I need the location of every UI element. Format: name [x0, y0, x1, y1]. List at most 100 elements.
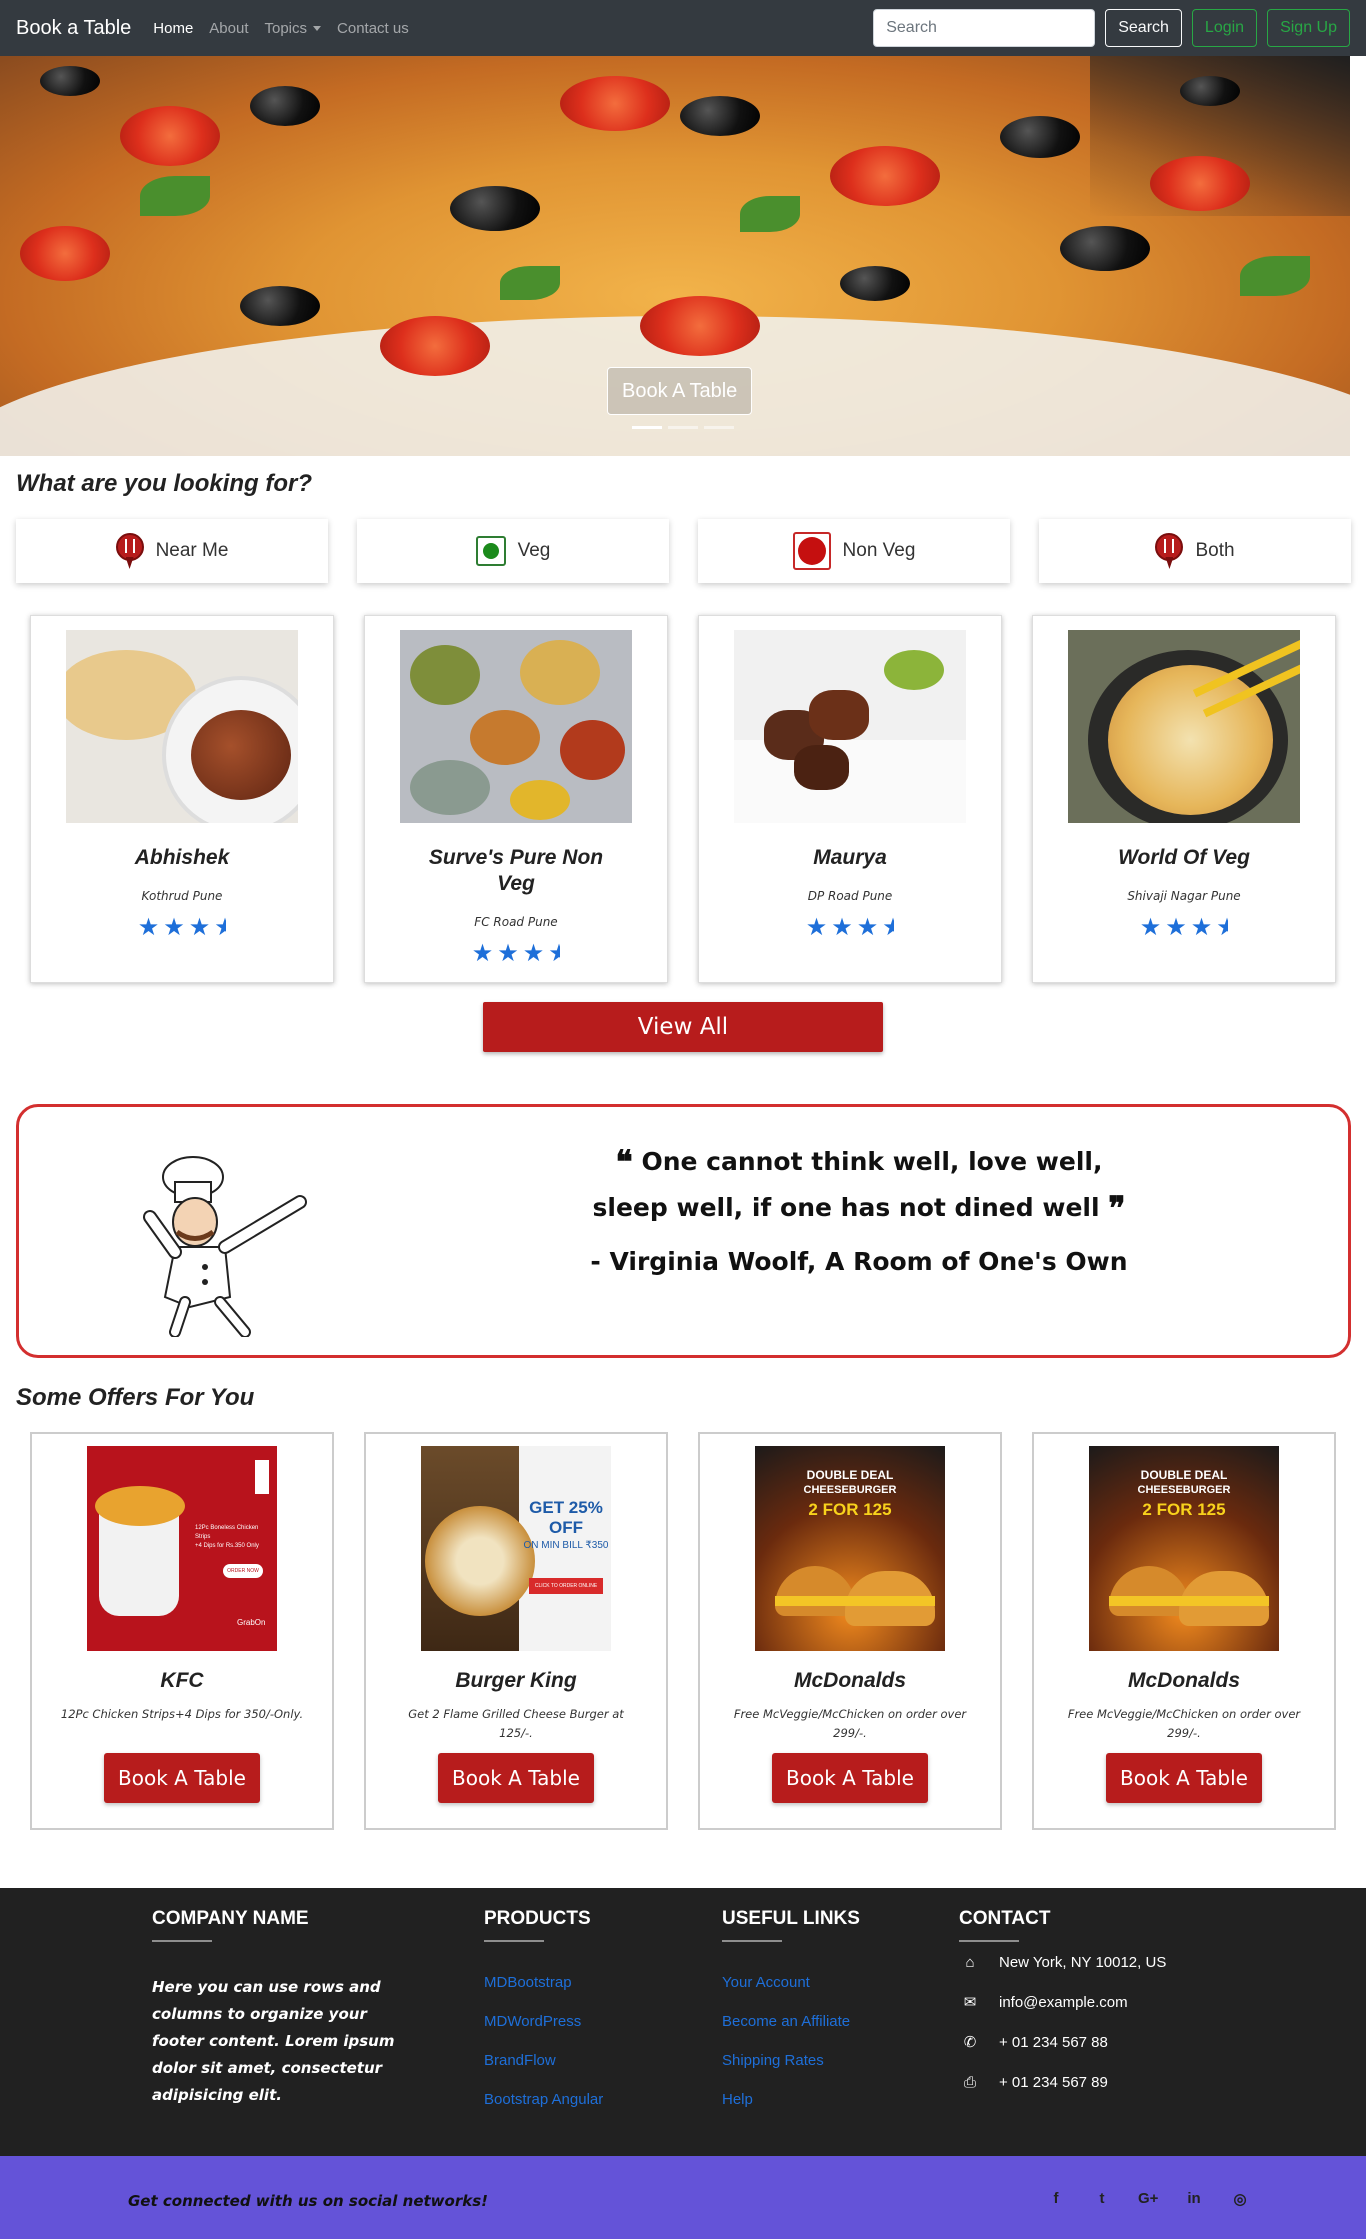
star-rating: ★★★★	[471, 940, 561, 967]
restaurant-card[interactable]: World Of Veg Shivaji Nagar Pune ★★★★	[1032, 615, 1336, 983]
footer-link[interactable]: Bootstrap Angular	[484, 2091, 603, 2108]
signup-button[interactable]: Sign Up	[1267, 9, 1350, 47]
restaurant-location: DP Road Pune	[807, 889, 893, 903]
offer-card[interactable]: DOUBLE DEAL CHEESEBURGER 2 FOR 125 McDon…	[1032, 1432, 1336, 1830]
nav-home[interactable]: Home	[153, 20, 193, 37]
footer-link[interactable]: Your Account	[722, 1974, 860, 1991]
contact-row: ⌂ New York, NY 10012, US	[959, 1942, 1166, 1982]
login-button[interactable]: Login	[1191, 9, 1258, 47]
restaurant-location: Shivaji Nagar Pune	[1127, 889, 1241, 903]
offer-card[interactable]: DOUBLE DEAL CHEESEBURGER 2 FOR 125 McDon…	[698, 1432, 1002, 1830]
google-plus-icon[interactable]: G+	[1138, 2190, 1158, 2208]
linkedin-icon[interactable]: in	[1184, 2190, 1204, 2208]
offer-card[interactable]: 12Pc Boneless Chicken Strips +4 Dips for …	[30, 1432, 334, 1830]
nav-about[interactable]: About	[209, 20, 248, 37]
offer-book-table-button[interactable]: Book A Table	[438, 1753, 594, 1803]
offer-book-table-button[interactable]: Book A Table	[104, 1753, 260, 1803]
restaurant-name: Abhishek	[134, 846, 230, 869]
offer-name: McDonalds	[1127, 1669, 1240, 1692]
hero-carousel[interactable]: Book A Table	[0, 56, 1350, 456]
search-button[interactable]: Search	[1105, 9, 1182, 47]
footer-contact: Contact ⌂ New York, NY 10012, US ✉ info@ex…	[959, 1908, 1166, 2102]
footer-link[interactable]: BrandFlow	[484, 2052, 603, 2069]
quote-box: ❝ One cannot think well, love well, slee…	[16, 1104, 1351, 1358]
offer-image: DOUBLE DEAL CHEESEBURGER 2 FOR 125	[755, 1446, 945, 1651]
footer-link[interactable]: Help	[722, 2091, 860, 2108]
hero-book-table-button[interactable]: Book A Table	[607, 367, 753, 415]
restaurant-name: World Of Veg	[1118, 846, 1250, 869]
restaurant-card[interactable]: Abhishek Kothrud Pune ★★★★	[30, 615, 334, 983]
contact-row: ✉ info@example.com	[959, 1982, 1166, 2022]
filter-both[interactable]: Both	[1039, 519, 1351, 583]
nav-topics-dropdown[interactable]: Topics	[265, 20, 322, 37]
restaurant-image	[734, 630, 966, 823]
filter-non-veg[interactable]: Non Veg	[698, 519, 1010, 583]
print-icon: ⎙	[963, 2073, 976, 2091]
quote-author: - Virginia Woolf, A Room of One's Own	[590, 1247, 1128, 1276]
footer-link[interactable]: Shipping Rates	[722, 2052, 860, 2069]
contact-phone: + 01 234 567 88	[999, 2033, 1108, 2051]
veg-symbol-icon	[475, 536, 506, 566]
filter-label: Veg	[517, 540, 551, 561]
carousel-indicator[interactable]	[704, 426, 734, 429]
offer-description: Free McVeggie/McChicken on order over 29…	[733, 1707, 967, 1740]
filter-row: Near Me Veg Non Veg Both	[16, 519, 1351, 583]
footer-link[interactable]: MDBootstrap	[484, 1974, 603, 1991]
chef-illustration	[143, 1156, 307, 1337]
envelope-icon: ✉	[963, 1994, 977, 2011]
brand-logo[interactable]: Book a Table	[16, 17, 131, 40]
filter-near-me[interactable]: Near Me	[16, 519, 328, 583]
open-quote-icon: ❝	[615, 1143, 633, 1181]
facebook-icon[interactable]: f	[1046, 2190, 1066, 2208]
offer-description: Get 2 Flame Grilled Cheese Burger at 125…	[408, 1707, 624, 1740]
offer-name: Burger King	[455, 1669, 577, 1692]
social-icons: f t G+ in ◎	[1046, 2190, 1250, 2208]
offer-image: 12Pc Boneless Chicken Strips +4 Dips for …	[87, 1446, 277, 1651]
footer-company-heading: Company name	[152, 1908, 309, 1929]
close-quote-icon: ❞	[1108, 1189, 1126, 1227]
contact-email: info@example.com	[999, 1993, 1128, 2011]
map-pin-fork-icon	[115, 533, 144, 569]
contact-row: ✆ + 01 234 567 88	[959, 2022, 1166, 2062]
offer-image: DOUBLE DEAL CHEESEBURGER 2 FOR 125	[1089, 1446, 1279, 1651]
restaurant-card[interactable]: Maurya DP Road Pune ★★★★	[698, 615, 1002, 983]
restaurant-image	[1068, 630, 1300, 823]
footer-divider	[484, 1940, 544, 1942]
filter-label: Near Me	[155, 540, 229, 561]
instagram-icon[interactable]: ◎	[1230, 2190, 1250, 2208]
offer-name: McDonalds	[793, 1669, 906, 1692]
footer-contact-heading: Contact	[959, 1908, 1051, 1929]
map-pin-fork-icon	[1155, 533, 1184, 569]
search-input[interactable]	[873, 9, 1096, 47]
filter-label: Both	[1195, 540, 1235, 561]
filter-veg[interactable]: Veg	[357, 519, 669, 583]
view-all-button[interactable]: View All	[483, 1002, 883, 1052]
star-rating: ★★★★	[137, 914, 227, 941]
restaurant-card[interactable]: Surve's Pure Non Veg FC Road Pune ★★★★	[364, 615, 668, 983]
footer-divider	[152, 1940, 212, 1942]
nav-actions: Search Login Sign Up	[873, 9, 1350, 47]
offer-description: 12Pc Chicken Strips+4 Dips for 350/-Only…	[60, 1707, 304, 1721]
phone-icon: ✆	[963, 2034, 977, 2051]
offer-card[interactable]: GET 25% OFF ON MIN BILL ₹350 CLICK TO OR…	[364, 1432, 668, 1830]
contact-fax: + 01 234 567 89	[999, 2073, 1108, 2091]
social-text: Get connected with us on social networks…	[128, 2192, 488, 2210]
carousel-indicator[interactable]	[632, 426, 662, 429]
restaurant-location: FC Road Pune	[474, 915, 558, 929]
filter-label: Non Veg	[842, 540, 916, 561]
carousel-indicator[interactable]	[668, 426, 698, 429]
footer-link[interactable]: MDWordPress	[484, 2013, 603, 2030]
star-rating: ★★★★	[1139, 914, 1229, 941]
home-icon: ⌂	[965, 1953, 975, 1971]
footer-useful-heading: Useful links	[722, 1908, 860, 1929]
non-veg-symbol-icon	[792, 532, 831, 570]
star-rating: ★★★★	[805, 914, 895, 941]
offer-book-table-button[interactable]: Book A Table	[1106, 1753, 1262, 1803]
offer-book-table-button[interactable]: Book A Table	[772, 1753, 928, 1803]
footer-link[interactable]: Become an Affiliate	[722, 2013, 860, 2030]
twitter-icon[interactable]: t	[1092, 2190, 1112, 2208]
quote-text: ❝ One cannot think well, love well, slee…	[579, 1139, 1139, 1231]
nav-contact[interactable]: Contact us	[337, 20, 409, 37]
contact-row: ⎙ + 01 234 567 89	[959, 2062, 1166, 2102]
offer-name: KFC	[160, 1669, 204, 1692]
